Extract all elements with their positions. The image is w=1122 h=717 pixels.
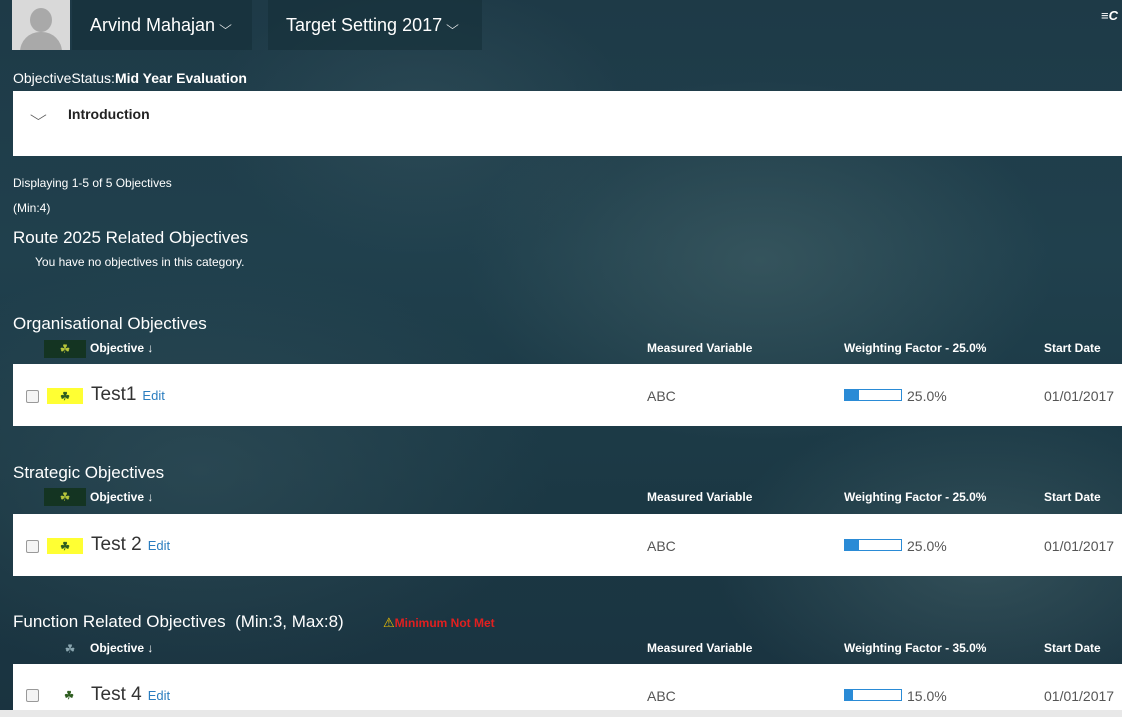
col-measured-variable: Measured Variable bbox=[647, 341, 753, 355]
col-start-date: Start Date bbox=[1044, 641, 1101, 655]
user-name: Arvind Mahajan bbox=[90, 14, 216, 35]
col-measured-variable: Measured Variable bbox=[647, 490, 753, 504]
section-title-text: Function Related Objectives bbox=[13, 612, 226, 631]
leaf-icon: ☘ bbox=[60, 390, 70, 403]
col-weighting-factor: Weighting Factor - 25.0% bbox=[844, 341, 987, 355]
edit-link[interactable]: Edit bbox=[142, 388, 164, 403]
col-weighting-factor: Weighting Factor - 25.0% bbox=[844, 490, 987, 504]
sort-objective-header[interactable]: Objective ↓ bbox=[90, 490, 153, 504]
row-checkbox[interactable] bbox=[26, 390, 39, 403]
warning-text: Minimum Not Met bbox=[394, 616, 495, 630]
avatar-head-shape bbox=[30, 8, 52, 32]
progress-bar bbox=[844, 539, 902, 551]
chevron-down-icon: ⌵ bbox=[446, 17, 460, 32]
measured-variable-value: ABC bbox=[647, 688, 676, 704]
section-title-strategic: Strategic Objectives bbox=[13, 463, 165, 482]
progress-percent: 25.0% bbox=[907, 538, 947, 554]
minimum-not-met-warning: ⚠Minimum Not Met bbox=[383, 614, 495, 632]
leaf-icon: ☘ bbox=[59, 342, 71, 356]
objective-name: Test 2 bbox=[91, 534, 142, 555]
col-start-date: Start Date bbox=[1044, 490, 1101, 504]
avatar-body-shape bbox=[20, 32, 62, 50]
sort-objective-header[interactable]: Objective ↓ bbox=[90, 641, 153, 655]
target-setting-dropdown[interactable]: Target Setting 2017 ⌵ bbox=[268, 0, 482, 50]
progress-fill bbox=[845, 390, 859, 400]
objective-type-icon: ☘ bbox=[47, 388, 83, 404]
measured-variable-value: ABC bbox=[647, 388, 676, 404]
section-constraint: (Min:3, Max:8) bbox=[235, 612, 344, 631]
sort-down-arrow-icon: ↓ bbox=[147, 341, 154, 355]
introduction-title[interactable]: Introduction bbox=[68, 106, 150, 122]
user-menu-dropdown[interactable]: Arvind Mahajan ⌵ bbox=[72, 0, 252, 50]
start-date-value: 01/01/2017 bbox=[1044, 538, 1115, 554]
objective-type-icon: ☘ bbox=[47, 538, 83, 554]
menu-icon[interactable]: ≡C bbox=[1101, 8, 1118, 23]
measured-variable-value: ABC bbox=[647, 538, 676, 554]
leaf-icon: ☘ bbox=[64, 689, 74, 702]
edit-link[interactable]: Edit bbox=[148, 538, 170, 553]
col-objective-label: Objective bbox=[90, 341, 145, 355]
row-checkbox[interactable] bbox=[26, 689, 39, 702]
objective-name: Test 4 bbox=[91, 684, 142, 705]
progress-percent: 25.0% bbox=[907, 388, 947, 404]
target-setting-label: Target Setting 2017 bbox=[286, 14, 443, 35]
introduction-panel[interactable]: ⌵ Introduction bbox=[13, 91, 1122, 156]
leaf-icon: ☘ bbox=[60, 540, 70, 553]
objective-status: ObjectiveStatus:Mid Year Evaluation bbox=[13, 70, 247, 86]
start-date-value: 01/01/2017 bbox=[1044, 688, 1115, 704]
col-start-date: Start Date bbox=[1044, 341, 1101, 355]
progress-bar bbox=[844, 689, 902, 701]
col-weighting-factor: Weighting Factor - 35.0% bbox=[844, 641, 987, 655]
user-avatar[interactable] bbox=[12, 0, 70, 50]
col-objective-label: Objective bbox=[90, 641, 145, 655]
status-value: Mid Year Evaluation bbox=[114, 70, 247, 86]
objective-type-icon: ☘ bbox=[57, 688, 81, 702]
section-title-function-related: Function Related Objectives (Min:3, Max:… bbox=[13, 612, 344, 632]
row-checkbox[interactable] bbox=[26, 540, 39, 553]
bottom-scroll-strip bbox=[0, 710, 1122, 717]
objective-type-header-icon: ☘ bbox=[44, 488, 86, 506]
progress-percent: 15.0% bbox=[907, 688, 947, 704]
status-label: ObjectiveStatus: bbox=[13, 70, 115, 86]
start-date-value: 01/01/2017 bbox=[1044, 388, 1115, 404]
chevron-down-icon: ⌵ bbox=[219, 17, 233, 32]
leaf-icon: ☘ bbox=[59, 490, 71, 504]
sort-objective-header[interactable]: Objective ↓ bbox=[90, 341, 153, 355]
section-title-organisational: Organisational Objectives bbox=[13, 314, 207, 333]
objective-name: Test1 bbox=[91, 384, 137, 405]
col-measured-variable: Measured Variable bbox=[647, 641, 753, 655]
empty-category-message: You have no objectives in this category. bbox=[35, 255, 245, 269]
objective-type-header-icon: ☘ bbox=[58, 641, 82, 657]
min-objectives: (Min:4) bbox=[13, 201, 51, 215]
col-objective-label: Objective bbox=[90, 490, 145, 504]
objective-type-header-icon: ☘ bbox=[44, 340, 86, 358]
table-row: ☘ Test 2 Edit ABC 25.0% 01/01/2017 bbox=[13, 514, 1122, 576]
edit-link[interactable]: Edit bbox=[148, 688, 170, 703]
table-row: ☘ Test 4 Edit ABC 15.0% 01/01/2017 bbox=[13, 664, 1122, 710]
leaf-icon: ☘ bbox=[64, 642, 76, 656]
chevron-down-icon[interactable]: ⌵ bbox=[30, 107, 47, 124]
warning-triangle-icon: ⚠ bbox=[383, 615, 395, 630]
progress-fill bbox=[845, 690, 854, 700]
sort-down-arrow-icon: ↓ bbox=[147, 641, 154, 655]
table-row: ☘ Test1 Edit ABC 25.0% 01/01/2017 bbox=[13, 364, 1122, 426]
progress-fill bbox=[845, 540, 859, 550]
sort-down-arrow-icon: ↓ bbox=[147, 490, 154, 504]
displaying-count: Displaying 1-5 of 5 Objectives bbox=[13, 176, 172, 190]
section-title-route-2025: Route 2025 Related Objectives bbox=[13, 228, 249, 247]
progress-bar bbox=[844, 389, 902, 401]
